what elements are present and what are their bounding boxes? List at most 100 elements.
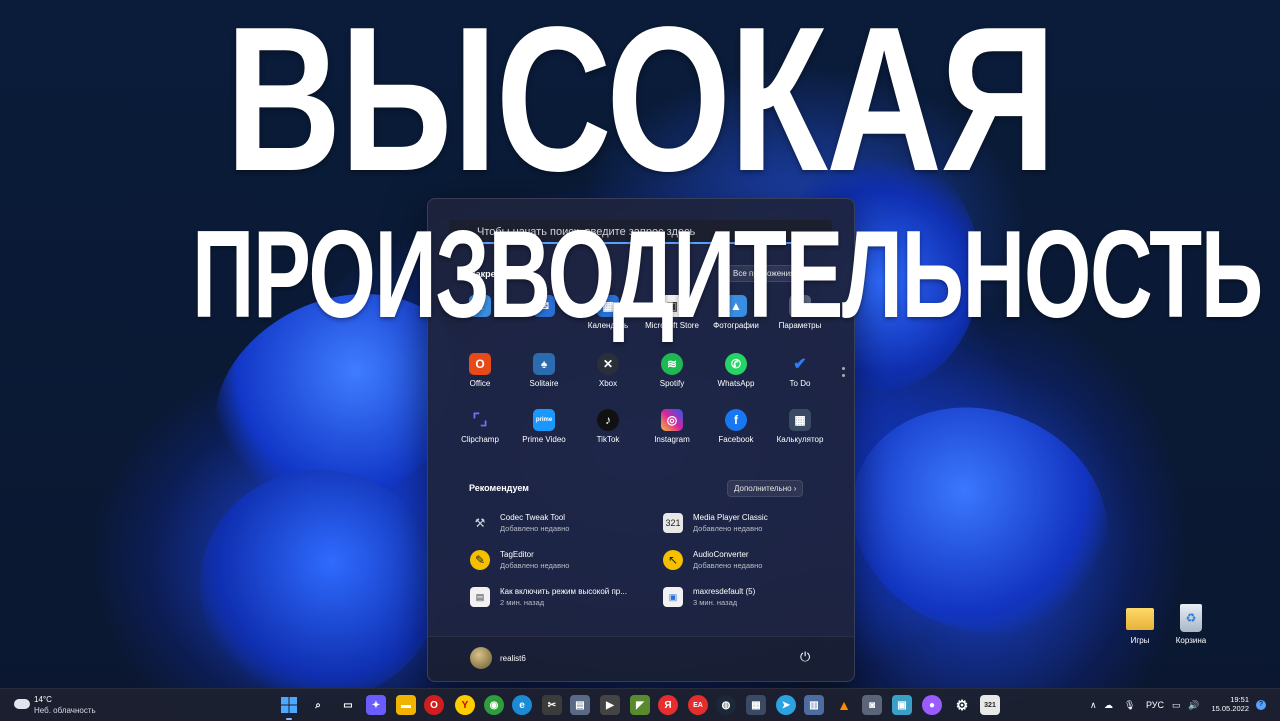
file-explorer-icon[interactable]: ▬ bbox=[396, 695, 416, 715]
nvidia-icon[interactable]: ◤ bbox=[630, 695, 650, 715]
pinned-app-label: Facebook bbox=[718, 435, 754, 444]
language-label: РУС bbox=[1146, 700, 1165, 710]
pinned-app-label: To Do bbox=[789, 379, 811, 388]
tray-chevron-icon[interactable]: ∧ bbox=[1090, 689, 1097, 721]
cloud-icon bbox=[14, 699, 30, 709]
xbox-icon: ✕ bbox=[597, 353, 619, 375]
notification-badge[interactable]: ? bbox=[1256, 700, 1266, 710]
search-taskbar-icon[interactable]: ⌕ bbox=[308, 695, 328, 715]
desktop-icon-recycle-bin[interactable]: ♻ Корзина bbox=[1166, 604, 1216, 645]
pinned-app-label: Калькулятор bbox=[776, 435, 824, 444]
folder-icon bbox=[1126, 608, 1154, 630]
wallpaper-petal bbox=[200, 470, 440, 700]
pinned-app-label: Prime Video bbox=[522, 435, 566, 444]
whatsapp-icon: ✆ bbox=[725, 353, 747, 375]
edge-taskbar-icon[interactable]: e bbox=[512, 695, 532, 715]
weather-temp: 14°C bbox=[34, 695, 52, 704]
start-menu-footer: realist6 ⏻ bbox=[428, 636, 854, 681]
recommended-item[interactable]: ⚒ Codec Tweak Tool Добавлено недавно bbox=[470, 511, 660, 537]
network-icon[interactable]: ▭ bbox=[1172, 689, 1181, 721]
video-app-icon[interactable]: ▶ bbox=[600, 695, 620, 715]
steam-icon[interactable]: ◍ bbox=[716, 695, 736, 715]
avatar[interactable] bbox=[470, 647, 492, 669]
calculator-taskbar-icon[interactable]: ▦ bbox=[746, 695, 766, 715]
recommended-item[interactable]: 321 Media Player Classic Добавлено недав… bbox=[663, 511, 853, 537]
recommended-name: maxresdefault (5) bbox=[693, 587, 756, 596]
media-player-icon: 321 bbox=[663, 513, 683, 533]
opera-icon[interactable]: O bbox=[424, 695, 444, 715]
vlc-icon[interactable]: ▲ bbox=[834, 695, 854, 715]
pinned-app-solitaire[interactable]: ♠ Solitaire bbox=[512, 353, 576, 388]
windows-icon bbox=[281, 697, 297, 713]
pinned-app-label: Clipchamp bbox=[461, 435, 499, 444]
calculator-icon: ▦ bbox=[789, 409, 811, 431]
language-indicator[interactable]: РУС bbox=[1146, 689, 1164, 721]
pinned-app-spotify[interactable]: ≋ Spotify bbox=[640, 353, 704, 388]
recommended-name: Как включить режим высокой пр... bbox=[500, 587, 627, 596]
pinned-app-label: WhatsApp bbox=[717, 379, 755, 388]
task-view-icon[interactable]: ▭ bbox=[338, 695, 358, 715]
tageditor-icon: ✎ bbox=[470, 550, 490, 570]
recommended-item[interactable]: ▣ maxresdefault (5) 3 мин. назад bbox=[663, 585, 853, 611]
tool-icon[interactable]: ✂ bbox=[542, 695, 562, 715]
volume-icon[interactable]: 🔊 bbox=[1188, 689, 1199, 721]
pad-icon[interactable]: ▤ bbox=[570, 695, 590, 715]
camera-icon[interactable]: ◙ bbox=[862, 695, 882, 715]
power-icon[interactable]: ⏻ bbox=[800, 649, 810, 665]
desktop-icon-label: Корзина bbox=[1175, 636, 1207, 645]
pinned-app-instagram[interactable]: ◎ Instagram bbox=[640, 409, 704, 444]
recommended-time: Добавлено недавно bbox=[693, 561, 763, 570]
audioconverter-icon: ↖ bbox=[663, 550, 683, 570]
ea-icon[interactable]: EA bbox=[688, 695, 708, 715]
recommended-item[interactable]: ▤ Как включить режим высокой пр... 2 мин… bbox=[470, 585, 660, 611]
pinned-app-facebook[interactable]: f Facebook bbox=[704, 409, 768, 444]
pinned-app-prime-video[interactable]: prime Prime Video bbox=[512, 409, 576, 444]
recommended-time: 3 мин. назад bbox=[693, 598, 738, 607]
microphone-icon[interactable]: 🎙 bbox=[1124, 689, 1135, 721]
pinned-app-todo[interactable]: ✔ To Do bbox=[768, 353, 832, 388]
recommended-item[interactable]: ✎ TagEditor Добавлено недавно bbox=[470, 548, 660, 574]
wallpaper-petal bbox=[820, 372, 1140, 668]
start-button[interactable] bbox=[279, 695, 299, 720]
pinned-app-calculator[interactable]: ▦ Калькулятор bbox=[768, 409, 832, 444]
telegram-icon[interactable]: ➤ bbox=[776, 695, 796, 715]
recommended-item[interactable]: ↖ AudioConverter Добавлено недавно bbox=[663, 548, 853, 574]
pinned-app-xbox[interactable]: ✕ Xbox bbox=[576, 353, 640, 388]
image-file-icon: ▣ bbox=[663, 587, 683, 607]
more-label: Дополнительно bbox=[734, 484, 792, 493]
notepad-icon[interactable]: ▥ bbox=[804, 695, 824, 715]
gear-icon[interactable]: ⚙ bbox=[952, 695, 972, 715]
remote-icon[interactable]: ▣ bbox=[892, 695, 912, 715]
pinned-app-office[interactable]: O Office bbox=[448, 353, 512, 388]
yandex-browser-icon[interactable]: Y bbox=[455, 695, 475, 715]
onedrive-icon[interactable]: ☁ bbox=[1104, 689, 1113, 721]
clock[interactable]: 19:51 15.05.2022 bbox=[1203, 695, 1249, 713]
clock-date: 15.05.2022 bbox=[1211, 704, 1249, 713]
alice-icon[interactable]: ● bbox=[922, 695, 942, 715]
recommended-time: Добавлено недавно bbox=[500, 524, 570, 533]
todo-icon: ✔ bbox=[793, 356, 807, 373]
facebook-icon: f bbox=[725, 409, 747, 431]
recommended-name: TagEditor bbox=[500, 550, 534, 559]
recommended-name: AudioConverter bbox=[693, 550, 749, 559]
pinned-app-label: Office bbox=[469, 379, 491, 388]
yandex-icon[interactable]: Я bbox=[658, 695, 678, 715]
solitaire-icon: ♠ bbox=[533, 353, 555, 375]
weather-desc: Неб. облачность bbox=[34, 706, 96, 715]
user-name[interactable]: realist6 bbox=[500, 654, 526, 663]
more-button[interactable]: Дополнительно › bbox=[727, 480, 804, 497]
office-icon: O bbox=[469, 353, 491, 375]
media-player-taskbar-icon[interactable]: 321 bbox=[980, 695, 1000, 715]
document-icon: ▤ bbox=[470, 587, 490, 607]
pinned-app-tiktok[interactable]: ♪ TikTok bbox=[576, 409, 640, 444]
pinned-app-whatsapp[interactable]: ✆ WhatsApp bbox=[704, 353, 768, 388]
desktop-icon-games[interactable]: Игры bbox=[1115, 608, 1165, 645]
chrome-icon[interactable]: ◉ bbox=[484, 695, 504, 715]
chat-icon[interactable]: ✦ bbox=[366, 695, 386, 715]
pinned-app-clipchamp[interactable]: ⌜⌟ Clipchamp bbox=[448, 409, 512, 444]
pinned-app-label: Spotify bbox=[659, 379, 685, 388]
headline-line-2: ПРОИЗВОДИТЕЛЬНОСТЬ bbox=[192, 206, 1263, 344]
page-dots[interactable] bbox=[842, 367, 845, 381]
taskbar: 14°C Неб. облачность ⌕ ▭ ✦ ▬ O Y ◉ e ✂ ▤… bbox=[0, 688, 1280, 721]
clock-time: 19:51 bbox=[1230, 695, 1249, 704]
